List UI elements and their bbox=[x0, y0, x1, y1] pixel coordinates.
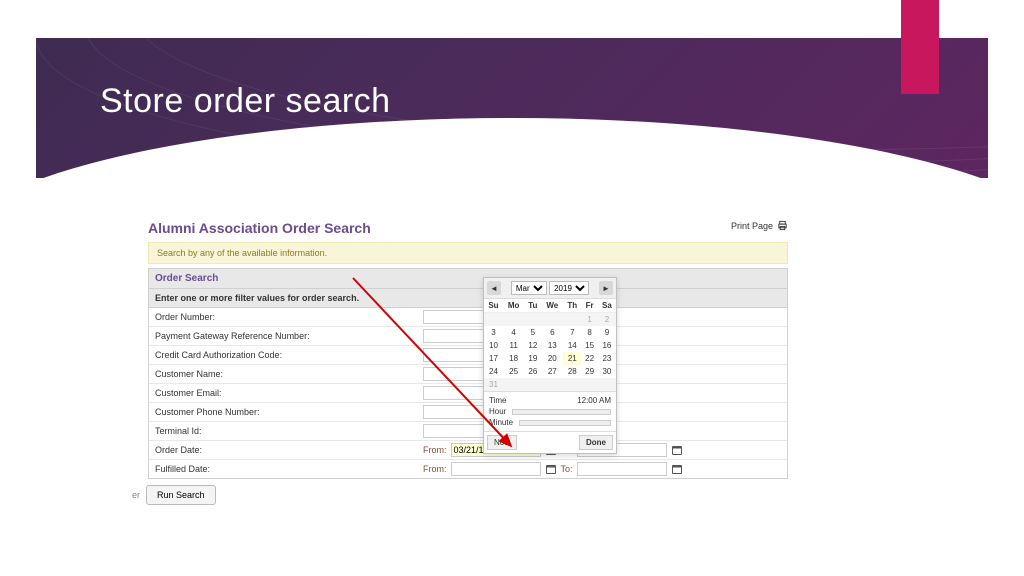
panel-title: Order Search bbox=[149, 269, 787, 289]
minute-slider[interactable] bbox=[519, 420, 611, 426]
label-customer-name: Customer Name: bbox=[149, 366, 419, 382]
label-cc-auth: Credit Card Authorization Code: bbox=[149, 347, 419, 363]
fulfilled-to-label: To: bbox=[561, 464, 573, 474]
panel-sub: Enter one or more filter values for orde… bbox=[149, 289, 787, 308]
order-date-from-label: From: bbox=[423, 445, 447, 455]
calendar-day[interactable]: 11 bbox=[503, 339, 524, 352]
datepicker-done-button[interactable]: Done bbox=[579, 435, 613, 450]
calendar-day[interactable]: 24 bbox=[484, 365, 503, 378]
calendar-day[interactable]: 8 bbox=[581, 326, 597, 339]
calendar-day bbox=[598, 378, 616, 391]
input-fulfilled-from[interactable] bbox=[451, 462, 541, 476]
calendar-day bbox=[563, 313, 581, 327]
dow-header: Fr bbox=[581, 299, 597, 313]
dow-header: Tu bbox=[524, 299, 541, 313]
print-label: Print Page bbox=[731, 221, 773, 231]
dow-header: Sa bbox=[598, 299, 616, 313]
calendar-day[interactable]: 3 bbox=[484, 326, 503, 339]
calendar-day[interactable]: 25 bbox=[503, 365, 524, 378]
calendar-day[interactable]: 27 bbox=[541, 365, 563, 378]
calendar-day[interactable]: 16 bbox=[598, 339, 616, 352]
label-order-number: Order Number: bbox=[149, 309, 419, 325]
calendar-day[interactable]: 29 bbox=[581, 365, 597, 378]
calendar-day[interactable]: 13 bbox=[541, 339, 563, 352]
calendar-icon[interactable] bbox=[671, 463, 683, 475]
calendar-day bbox=[541, 378, 563, 391]
run-search-button[interactable]: Run Search bbox=[146, 485, 216, 505]
calendar-day bbox=[524, 378, 541, 391]
label-terminal-id: Terminal Id: bbox=[149, 423, 419, 439]
calendar-day[interactable]: 23 bbox=[598, 352, 616, 365]
truncated-text: er bbox=[132, 490, 140, 500]
calendar-day[interactable]: 1 bbox=[581, 313, 597, 327]
calendar-day[interactable]: 21 bbox=[563, 352, 581, 365]
info-bar: Search by any of the available informati… bbox=[148, 242, 788, 264]
calendar-day bbox=[524, 313, 541, 327]
print-icon bbox=[777, 220, 788, 231]
hour-slider[interactable] bbox=[512, 409, 611, 415]
label-gateway-ref: Payment Gateway Reference Number: bbox=[149, 328, 419, 344]
dow-header: Su bbox=[484, 299, 503, 313]
order-search-panel: Order Search Enter one or more filter va… bbox=[148, 268, 788, 479]
datepicker-month-select[interactable]: Mar bbox=[511, 281, 547, 295]
time-label: Time bbox=[489, 396, 506, 405]
datepicker-next-button[interactable]: ► bbox=[599, 281, 613, 295]
calendar-day[interactable]: 14 bbox=[563, 339, 581, 352]
calendar-icon[interactable] bbox=[545, 463, 557, 475]
calendar-day[interactable]: 26 bbox=[524, 365, 541, 378]
datepicker-now-button[interactable]: Now bbox=[487, 435, 517, 450]
datepicker-year-select[interactable]: 2019 bbox=[549, 281, 589, 295]
label-fulfilled-date: Fulfilled Date: bbox=[149, 461, 419, 477]
app-screenshot: Alumni Association Order Search Print Pa… bbox=[148, 220, 788, 479]
dow-header: Mo bbox=[503, 299, 524, 313]
calendar-day[interactable]: 2 bbox=[598, 313, 616, 327]
dow-header: Th bbox=[563, 299, 581, 313]
calendar-day[interactable]: 5 bbox=[524, 326, 541, 339]
fulfilled-from-label: From: bbox=[423, 464, 447, 474]
label-customer-email: Customer Email: bbox=[149, 385, 419, 401]
calendar-day[interactable]: 9 bbox=[598, 326, 616, 339]
calendar-day[interactable]: 10 bbox=[484, 339, 503, 352]
calendar-icon[interactable] bbox=[671, 444, 683, 456]
accent-tab bbox=[901, 0, 939, 94]
minute-label: Minute bbox=[489, 418, 513, 427]
calendar-day[interactable]: 6 bbox=[541, 326, 563, 339]
calendar-day bbox=[541, 313, 563, 327]
calendar-day bbox=[503, 313, 524, 327]
calendar-day[interactable]: 28 bbox=[563, 365, 581, 378]
hour-label: Hour bbox=[489, 407, 506, 416]
time-value: 12:00 AM bbox=[577, 396, 611, 405]
calendar-day bbox=[563, 378, 581, 391]
calendar-day[interactable]: 4 bbox=[503, 326, 524, 339]
calendar-day[interactable]: 30 bbox=[598, 365, 616, 378]
calendar-day bbox=[581, 378, 597, 391]
calendar-day[interactable]: 15 bbox=[581, 339, 597, 352]
label-customer-phone: Customer Phone Number: bbox=[149, 404, 419, 420]
page-heading: Alumni Association Order Search bbox=[148, 220, 788, 236]
calendar-day[interactable]: 31 bbox=[484, 378, 503, 391]
calendar-day[interactable]: 17 bbox=[484, 352, 503, 365]
calendar-day bbox=[503, 378, 524, 391]
calendar-day[interactable]: 7 bbox=[563, 326, 581, 339]
calendar-day[interactable]: 22 bbox=[581, 352, 597, 365]
calendar-day[interactable]: 18 bbox=[503, 352, 524, 365]
slide-title: Store order search bbox=[100, 82, 391, 121]
datepicker-prev-button[interactable]: ◄ bbox=[487, 281, 501, 295]
calendar-day[interactable]: 12 bbox=[524, 339, 541, 352]
print-page-link[interactable]: Print Page bbox=[731, 220, 788, 231]
calendar-day[interactable]: 20 bbox=[541, 352, 563, 365]
datepicker-grid: SuMoTuWeThFrSa 1234567891011121314151617… bbox=[484, 299, 616, 391]
input-fulfilled-to[interactable] bbox=[577, 462, 667, 476]
label-order-date: Order Date: bbox=[149, 442, 419, 458]
datepicker-popup: ◄ Mar 2019 ► SuMoTuWeThFrSa 123456789101… bbox=[483, 277, 617, 454]
calendar-day[interactable]: 19 bbox=[524, 352, 541, 365]
dow-header: We bbox=[541, 299, 563, 313]
calendar-day bbox=[484, 313, 503, 327]
